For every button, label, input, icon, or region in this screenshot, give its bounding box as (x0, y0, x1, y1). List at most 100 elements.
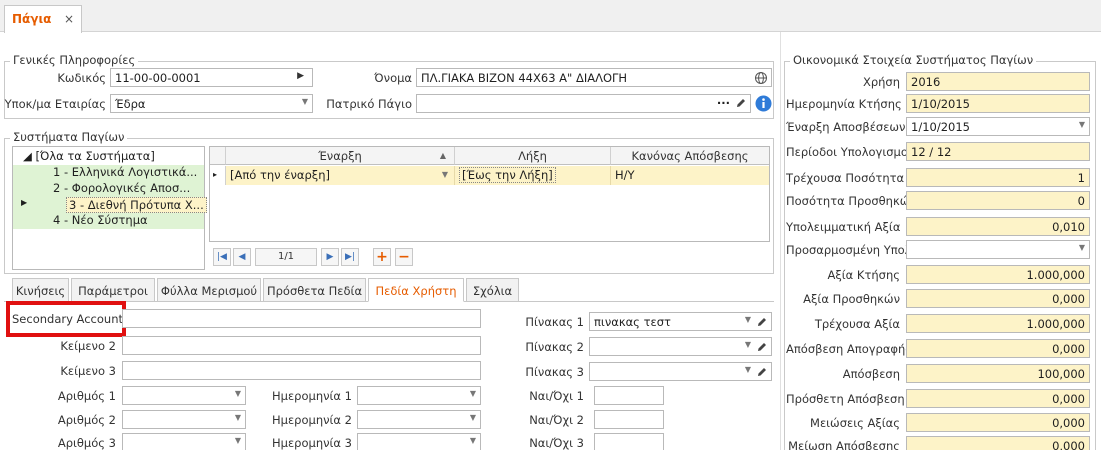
page-indicator: 1/1 (255, 248, 317, 266)
tree-item-all-systems[interactable]: ◢ [Όλα τα Συστήματα] (23, 149, 203, 165)
previous-record-button[interactable]: ◀ (233, 248, 251, 266)
financial-row-1-label: Ημερομηνία Κτήσης (786, 97, 902, 111)
chevron-down-icon[interactable]: ▼ (1079, 243, 1085, 252)
number3-field[interactable]: ▼ (122, 433, 246, 450)
chevron-down-icon[interactable]: ▼ (302, 97, 308, 106)
branch-value: Έδρα (115, 97, 146, 111)
financial-row-5-label: Ποσότητα Προσθηκών (786, 194, 916, 208)
financial-row-1-field[interactable]: 1/10/2015 (906, 94, 1090, 113)
financial-row-2-field[interactable]: 1/10/2015 ▼ (906, 117, 1090, 136)
secondary-account-field[interactable] (122, 309, 481, 328)
table1-select[interactable]: πινακας τεστ ▼ (589, 312, 772, 331)
tab-parameters[interactable]: Παράμετροι (71, 278, 155, 302)
number1-field[interactable]: ▼ (122, 386, 246, 405)
date1-field[interactable]: ▼ (357, 386, 481, 405)
next-record-button[interactable]: ▶ (321, 248, 339, 266)
financial-row-0-field[interactable]: 2016 (906, 72, 1090, 91)
first-record-button[interactable]: |◀ (213, 248, 231, 266)
date3-field[interactable]: ▼ (357, 433, 481, 450)
financial-row-0-label: Χρήση (862, 75, 900, 89)
document-tab-label: Πάγια (12, 12, 52, 26)
financial-row-8-value: 1.000,000 (1026, 268, 1085, 282)
yesno2-field[interactable] (594, 410, 664, 429)
chevron-down-icon[interactable]: ▼ (470, 413, 476, 422)
tab-allocation-sheets[interactable]: Φύλλα Μερισμού (157, 278, 261, 302)
tab-extra-fields[interactable]: Πρόσθετα Πεδία (263, 278, 366, 302)
last-record-button[interactable]: ▶| (341, 248, 359, 266)
tree-item-system-3[interactable]: ▶ 3 - Διεθνή Πρότυπα Χ... (13, 197, 207, 213)
financial-row-9-field[interactable]: 0,000 (906, 289, 1090, 308)
globe-icon[interactable] (754, 71, 768, 85)
pencil-icon[interactable] (735, 97, 747, 109)
ellipsis-icon[interactable]: ··· (717, 96, 730, 110)
financial-row-6-field[interactable]: 0,010 (906, 217, 1090, 236)
tab-comments[interactable]: Σχόλια (466, 278, 519, 302)
pencil-icon[interactable] (756, 316, 768, 328)
chevron-down-icon[interactable]: ▼ (745, 315, 751, 324)
grid-cell-depreciation-rule[interactable]: Η/Υ (611, 166, 769, 185)
yesno1-field[interactable] (594, 386, 664, 405)
number2-field[interactable]: ▼ (122, 410, 246, 429)
info-icon[interactable] (755, 95, 772, 112)
tree-item-system-2[interactable]: 2 - Φορολογικές Αποσ... (13, 181, 204, 197)
table2-select[interactable]: ▼ (589, 337, 772, 356)
code-field[interactable]: 11-00-00-0001 ▶ (110, 68, 313, 87)
column-header-start[interactable]: Έναρξη ▲ (226, 147, 455, 165)
chevron-down-icon[interactable]: ▼ (470, 389, 476, 398)
financial-title: Οικονομικά Στοιχεία Συστήματος Παγίων (790, 53, 1037, 67)
financial-row-13-field[interactable]: 0,000 (906, 389, 1090, 408)
financial-row-11-field[interactable]: 0,000 (906, 339, 1090, 358)
financial-row-10-value: 1.000,000 (1026, 317, 1085, 331)
parent-asset-field[interactable]: ··· (416, 94, 751, 113)
chevron-down-icon[interactable]: ▼ (235, 389, 241, 398)
add-record-button[interactable]: + (373, 248, 391, 266)
pencil-icon[interactable] (756, 366, 768, 378)
financial-row-10-label: Τρέχουσα Αξία (814, 317, 900, 331)
date2-label: Ημερομηνία 2 (272, 413, 352, 427)
financial-row-15-field[interactable]: 0,000 (906, 436, 1090, 450)
chevron-down-icon[interactable]: ▼ (235, 436, 241, 445)
remove-record-button[interactable]: − (395, 248, 413, 266)
chevron-down-icon[interactable]: ▼ (745, 365, 751, 374)
financial-row-6-label: Υπολειμματική Αξία (786, 220, 901, 234)
tab-movements[interactable]: Κινήσεις (12, 278, 69, 302)
arrow-right-icon[interactable]: ▶ (297, 71, 304, 81)
text3-field[interactable] (122, 361, 481, 380)
yesno3-field[interactable] (594, 433, 664, 450)
chevron-down-icon[interactable]: ▼ (470, 436, 476, 445)
column-header-end[interactable]: Λήξη (455, 147, 611, 165)
branch-select[interactable]: Έδρα ▼ (110, 94, 313, 113)
financial-row-12-field[interactable]: 100,000 (906, 364, 1090, 383)
grid-cell-end[interactable]: [Έως την Λήξη] (455, 166, 611, 185)
financial-row-7-field[interactable]: ▼ (906, 240, 1090, 259)
financial-row-13-value: 0,000 (1052, 392, 1085, 406)
financial-row-10-field[interactable]: 1.000,000 (906, 314, 1090, 333)
tab-user-fields[interactable]: Πεδία Χρήστη (368, 278, 464, 302)
cell-value: [Έως την Λήξη] (459, 167, 556, 183)
financial-row-5-field[interactable]: 0 (906, 191, 1090, 210)
financial-row-4-field[interactable]: 1 (906, 168, 1090, 187)
name-label: Όνομα (374, 71, 412, 85)
name-field[interactable]: ΠΛ.ΓΙΑΚΑ ΒΙΖΟΝ 44Χ63 Α" ΔΙΑΛΟΓΗ (416, 68, 772, 87)
chevron-down-icon[interactable]: ▼ (442, 170, 448, 179)
pencil-icon[interactable] (756, 341, 768, 353)
tree-item-system-1[interactable]: 1 - Ελληνικά Λογιστικά... (13, 165, 204, 181)
financial-row-3-field[interactable]: 12 / 12 (906, 142, 1090, 161)
text2-field[interactable] (122, 336, 481, 355)
table3-select[interactable]: ▼ (589, 362, 772, 381)
financial-row-14-field[interactable]: 0,000 (906, 413, 1090, 432)
systems-grid: Έναρξη ▲ Λήξη Κανόνας Απόσβεσης ▸ [Από τ… (209, 146, 770, 242)
grid-cell-start[interactable]: [Από την έναρξη] ▼ (226, 166, 455, 185)
chevron-down-icon[interactable]: ▼ (235, 413, 241, 422)
date1-label: Ημερομηνία 1 (272, 389, 352, 403)
close-icon[interactable]: × (64, 12, 74, 26)
sort-ascending-icon: ▲ (439, 151, 446, 160)
tree-item-system-4[interactable]: 4 - Νέο Σύστημα (13, 213, 204, 229)
financial-row-8-field[interactable]: 1.000,000 (906, 265, 1090, 284)
name-value: ΠΛ.ΓΙΑΚΑ ΒΙΖΟΝ 44Χ63 Α" ΔΙΑΛΟΓΗ (421, 71, 628, 85)
chevron-down-icon[interactable]: ▼ (745, 340, 751, 349)
column-header-label: Λήξη (518, 149, 547, 163)
column-header-depreciation-rule[interactable]: Κανόνας Απόσβεσης (611, 147, 769, 165)
chevron-down-icon[interactable]: ▼ (1079, 120, 1085, 129)
date2-field[interactable]: ▼ (357, 410, 481, 429)
